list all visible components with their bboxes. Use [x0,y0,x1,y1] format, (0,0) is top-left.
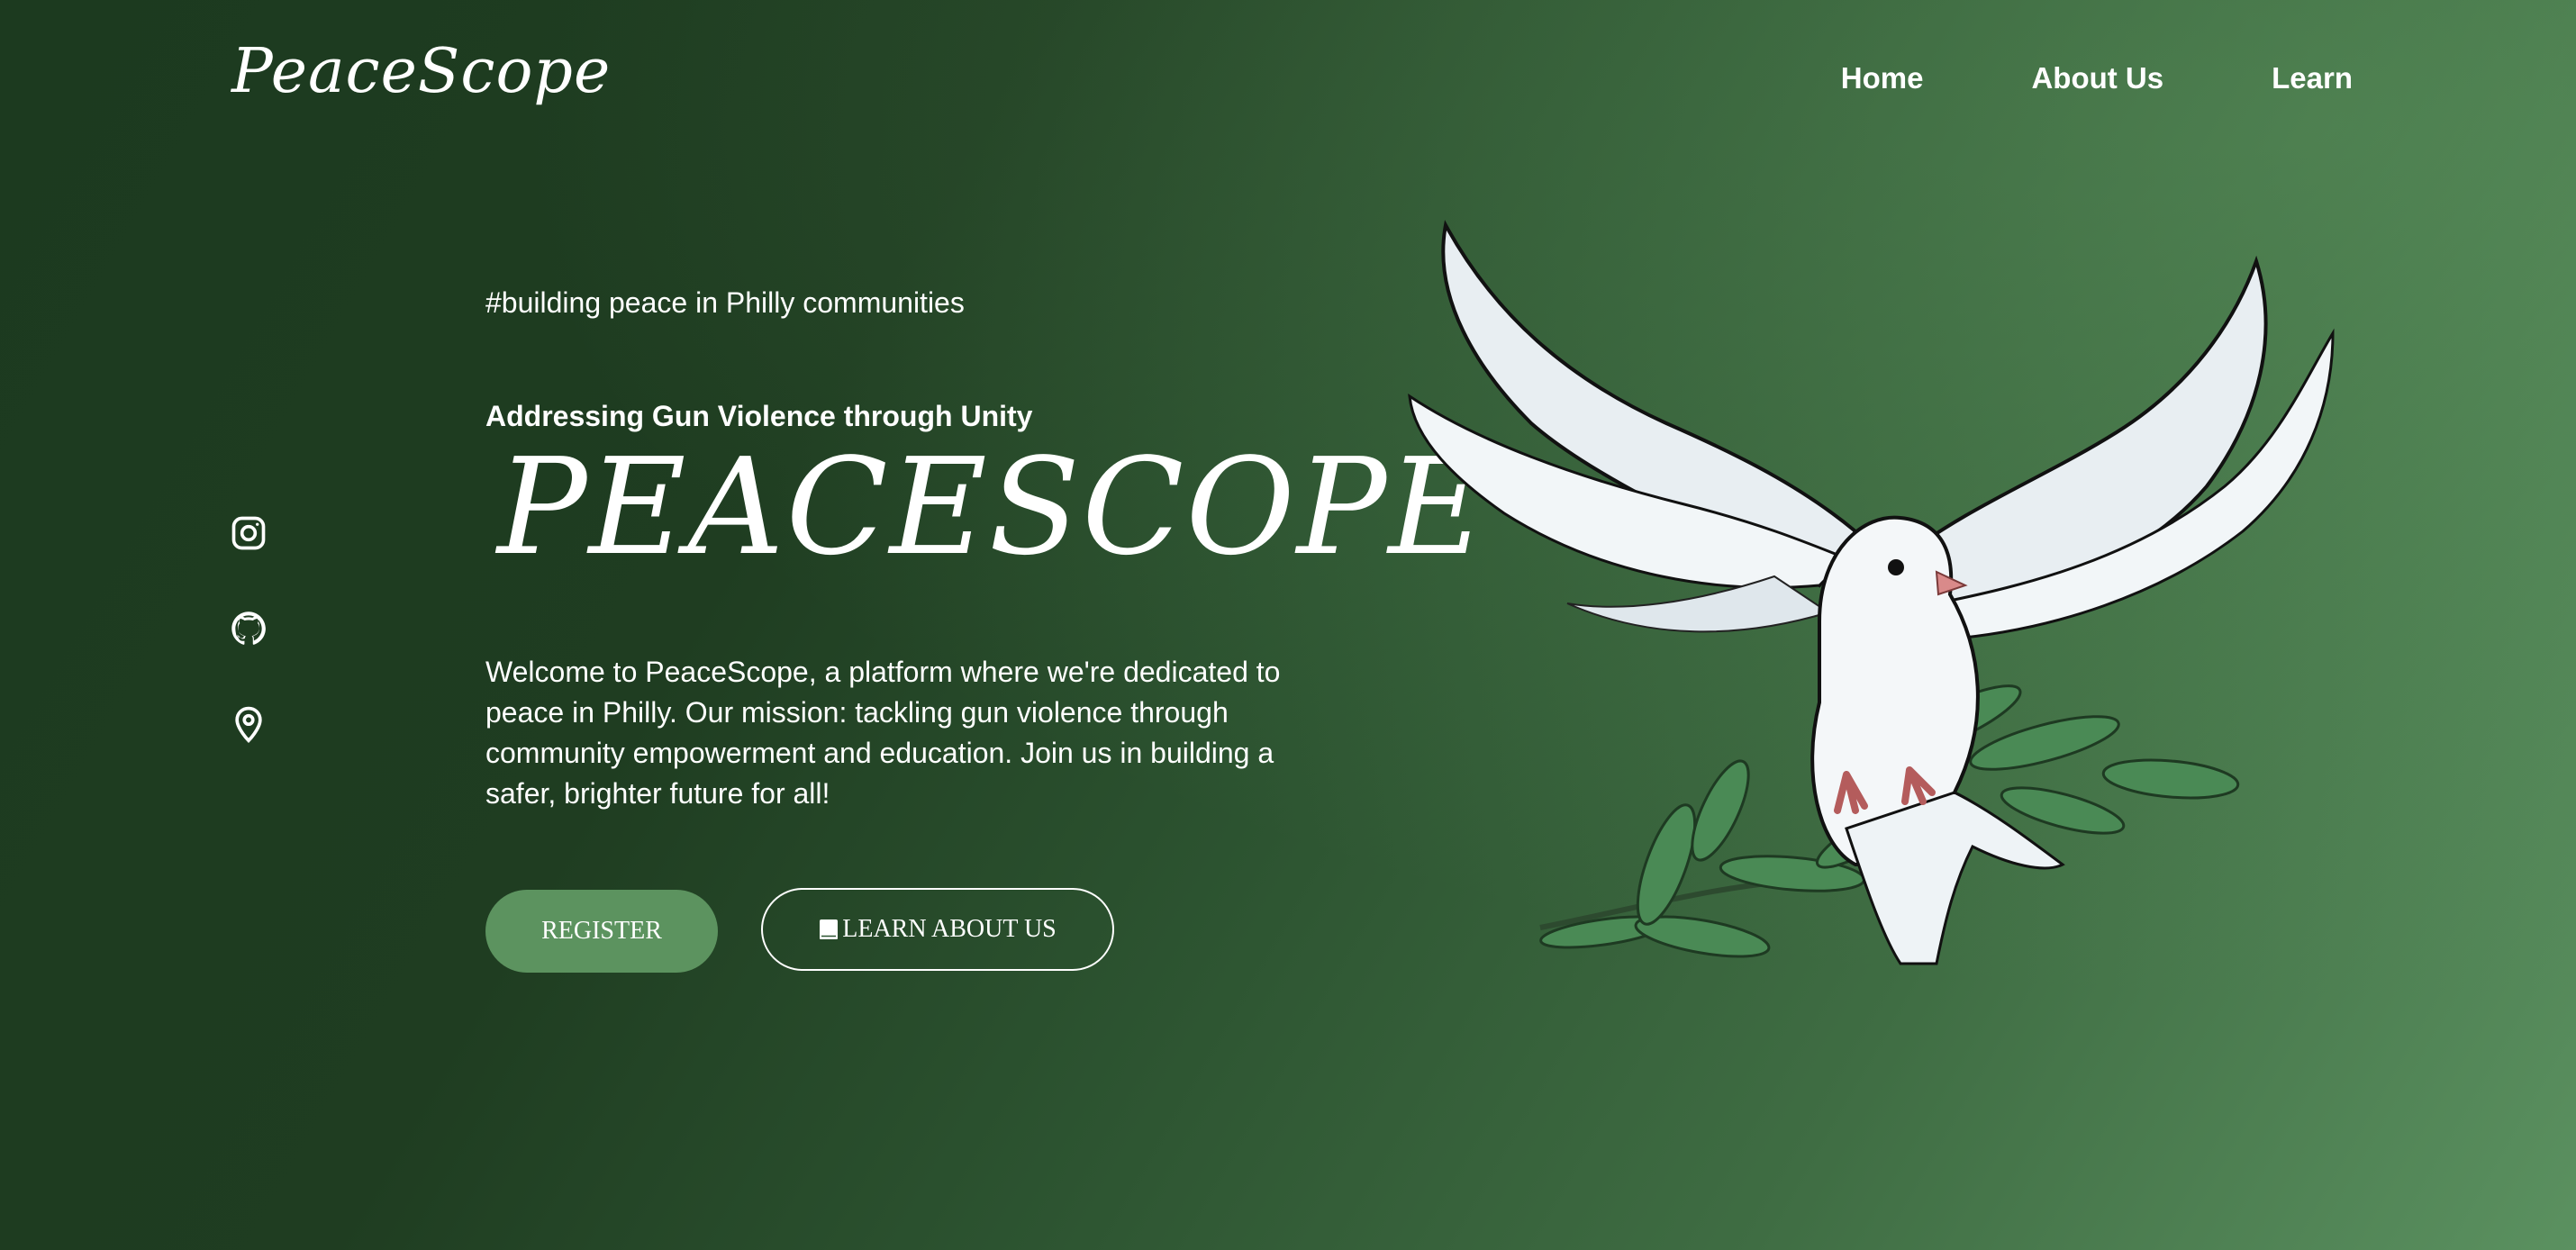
dove-tail [1845,791,2065,965]
nav-home[interactable]: Home [1841,61,1924,95]
hero-description: Welcome to PeaceScope, a platform where … [485,656,1281,810]
hero-title: PEACESCOPE [497,430,1488,584]
register-button[interactable]: REGISTER [485,890,718,973]
hero-hashtag: #building peace in Philly communities [485,286,965,319]
github-icon[interactable] [229,609,268,648]
dove-eye [1888,559,1904,575]
book-icon [820,919,839,939]
learn-about-us-button[interactable]: LEARN ABOUT US [761,888,1114,971]
nav-learn[interactable]: Learn [2272,61,2353,95]
main-nav: Home About Us Learn [1841,61,2353,95]
instagram-icon[interactable] [229,513,268,553]
hero-subtitle: Addressing Gun Violence through Unity [485,400,1033,432]
map-pin-icon[interactable] [229,704,268,744]
nav-about-us[interactable]: About Us [2031,61,2163,95]
dove-illustration [1408,220,2335,965]
learn-about-us-label: LEARN ABOUT US [842,915,1057,943]
social-links [229,513,268,744]
site-logo[interactable]: PeaceScope [231,36,611,107]
